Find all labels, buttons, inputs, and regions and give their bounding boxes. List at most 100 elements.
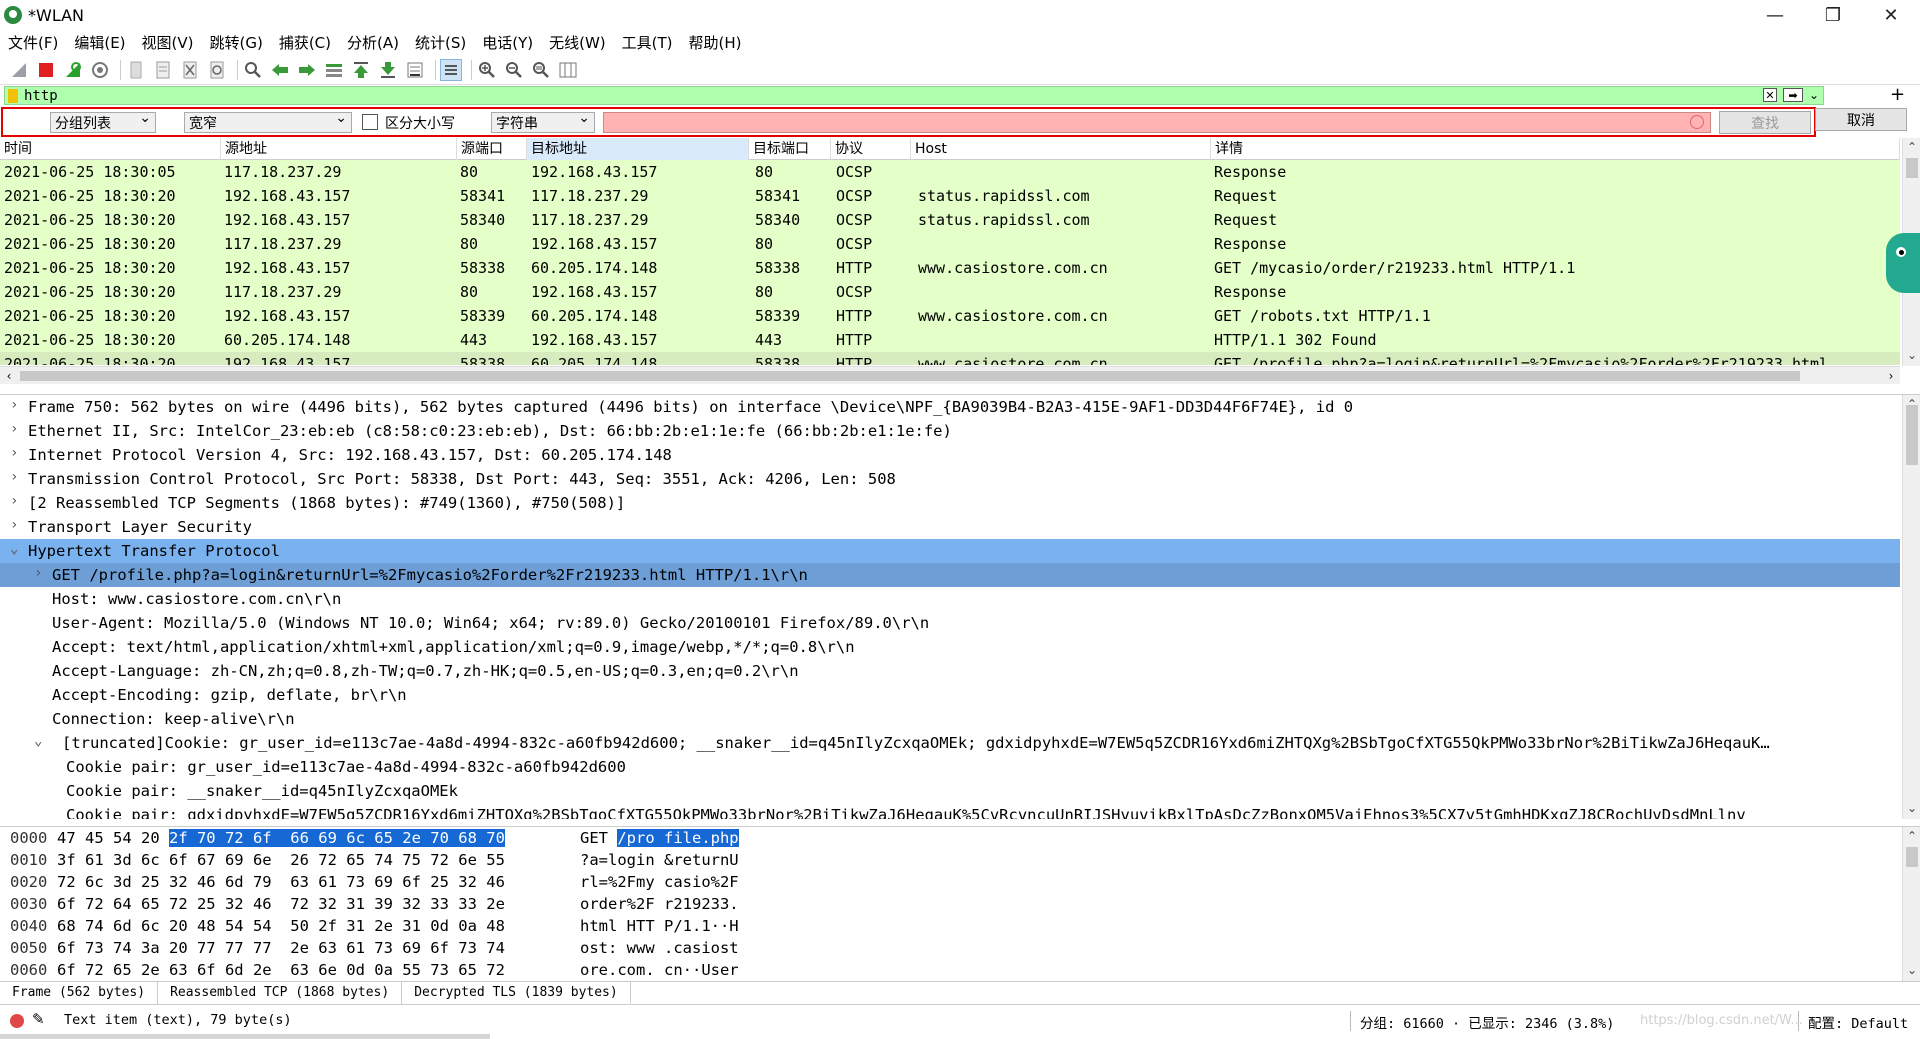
- packet-row[interactable]: 2021-06-25 18:30:05 117.18.237.29 80 192.16…: [0, 160, 1900, 184]
- tree-node[interactable]: › Internet Protocol Version 4, Src: 192.1…: [0, 443, 1900, 467]
- hex-row[interactable]: 0020 72 6c 3d 25 32 46 6d 79 63 61 73 69 …: [0, 871, 1900, 893]
- tree-node[interactable]: Cookie pair: gdxidpyhxdE=W7EW5q5ZCDR16Yx…: [0, 803, 1900, 819]
- packet-row[interactable]: 2021-06-25 18:30:20 192.168.43.157 58341 11…: [0, 184, 1900, 208]
- menu-edit[interactable]: 编辑(E): [74, 32, 125, 53]
- tree-node[interactable]: › GET /profile.php?a=login&returnUrl=%2Fm…: [0, 563, 1900, 587]
- minimize-button[interactable]: —: [1746, 0, 1804, 30]
- expand-arrow-icon[interactable]: ›: [34, 565, 42, 581]
- hscroll-thumb[interactable]: [20, 371, 1800, 381]
- go-forward-icon[interactable]: [296, 59, 318, 81]
- packet-row[interactable]: 2021-06-25 18:30:20 117.18.237.29 80 192.16…: [0, 280, 1900, 304]
- restart-capture-icon[interactable]: [62, 59, 84, 81]
- tree-node[interactable]: › Transport Layer Security: [0, 515, 1900, 539]
- tree-node[interactable]: › Ethernet II, Src: IntelCor_23:eb:eb (c8…: [0, 419, 1900, 443]
- scroll-up-icon[interactable]: ⌃: [1903, 138, 1920, 156]
- tree-node[interactable]: Cookie pair: gr_user_id=e113c7ae-4a8d-49…: [0, 755, 1900, 779]
- packet-list-hscrollbar[interactable]: ‹ ›: [0, 366, 1900, 384]
- expand-arrow-icon[interactable]: ›: [10, 445, 18, 461]
- col-header-time[interactable]: 时间: [0, 138, 221, 160]
- add-filter-button-icon[interactable]: +: [1890, 84, 1905, 105]
- go-last-icon[interactable]: [377, 59, 399, 81]
- char-width-select[interactable]: 宽窄: [184, 110, 352, 133]
- scroll-thumb[interactable]: [1906, 158, 1918, 178]
- menu-analyze[interactable]: 分析(A): [347, 32, 399, 53]
- scroll-down-icon[interactable]: ⌄: [1903, 346, 1920, 364]
- col-header-host[interactable]: Host: [911, 138, 1211, 160]
- case-sensitive-checkbox[interactable]: [362, 114, 378, 130]
- find-packet-icon[interactable]: [242, 59, 264, 81]
- menu-file[interactable]: 文件(F): [8, 32, 58, 53]
- col-header-source[interactable]: 源地址: [221, 138, 457, 160]
- find-button[interactable]: 查找: [1719, 111, 1811, 134]
- tree-node[interactable]: ⌄ [truncated]Cookie: gr_user_id=e113c7ae-…: [0, 731, 1900, 755]
- go-first-icon[interactable]: [350, 59, 372, 81]
- tree-node[interactable]: Cookie pair: __snaker__id=q45nIlyZcxqaOM…: [0, 779, 1900, 803]
- collapse-arrow-icon[interactable]: ⌄: [34, 733, 42, 749]
- menu-go[interactable]: 跳转(G): [210, 32, 263, 53]
- scroll-left-icon[interactable]: ‹: [0, 367, 18, 385]
- filter-history-icon[interactable]: ⌄: [1809, 88, 1819, 102]
- zoom-out-icon[interactable]: [503, 59, 525, 81]
- cancel-button[interactable]: 取消: [1815, 108, 1907, 131]
- go-to-packet-icon[interactable]: [323, 59, 345, 81]
- col-header-protocol[interactable]: 协议: [831, 138, 911, 160]
- maximize-button[interactable]: ❐: [1804, 0, 1862, 30]
- display-filter-input[interactable]: http ✕ ➡ ⌄: [4, 86, 1824, 105]
- packet-row[interactable]: 2021-06-25 18:30:20 192.168.43.157 58338 60…: [0, 256, 1900, 280]
- menu-capture[interactable]: 捕获(C): [279, 32, 331, 53]
- expand-arrow-icon[interactable]: ›: [10, 493, 18, 509]
- search-type-select[interactable]: 字符串: [491, 110, 595, 133]
- hex-row[interactable]: 0050 6f 73 74 3a 20 77 77 77 2e 63 61 73 …: [0, 937, 1900, 959]
- tab-reassembled-tcp[interactable]: Reassembled TCP (1868 bytes): [158, 982, 403, 1004]
- hex-row[interactable]: 0010 3f 61 3d 6c 6f 67 69 6e 26 72 65 74 …: [0, 849, 1900, 871]
- menu-wireless[interactable]: 无线(W): [549, 32, 606, 53]
- tree-node[interactable]: › [2 Reassembled TCP Segments (1868 bytes…: [0, 491, 1900, 515]
- col-header-src-port[interactable]: 源端口: [457, 138, 527, 160]
- expand-arrow-icon[interactable]: ›: [10, 517, 18, 533]
- zoom-reset-icon[interactable]: [530, 59, 552, 81]
- col-header-info[interactable]: 详情: [1211, 138, 1900, 160]
- auto-scroll-icon[interactable]: [404, 59, 426, 81]
- expand-arrow-icon[interactable]: ›: [10, 469, 18, 485]
- packet-row[interactable]: 2021-06-25 18:30:20 192.168.43.157 58338 60…: [0, 352, 1900, 365]
- scroll-thumb[interactable]: [1906, 847, 1918, 867]
- tree-node[interactable]: User-Agent: Mozilla/5.0 (Windows NT 10.0…: [0, 611, 1900, 635]
- capture-options-icon[interactable]: [89, 59, 111, 81]
- tree-node[interactable]: Accept-Encoding: gzip, deflate, br\r\n: [0, 683, 1900, 707]
- expand-arrow-icon[interactable]: ›: [10, 397, 18, 413]
- col-header-dst-port[interactable]: 目标端口: [749, 138, 831, 160]
- packet-row[interactable]: 2021-06-25 18:30:20 117.18.237.29 80 192.16…: [0, 232, 1900, 256]
- open-file-icon[interactable]: [125, 59, 147, 81]
- menu-statistics[interactable]: 统计(S): [415, 32, 466, 53]
- scroll-down-icon[interactable]: ⌄: [1903, 799, 1920, 817]
- col-header-destination[interactable]: 目标地址: [527, 138, 749, 160]
- hex-row[interactable]: 0000 47 45 54 20 2f 70 72 6f 66 69 6c 65 …: [0, 827, 1900, 849]
- hex-row[interactable]: 0060 6f 72 65 2e 63 6f 6d 2e 63 6e 0d 0a …: [0, 959, 1900, 981]
- tree-node[interactable]: Accept: text/html,application/xhtml+xml,…: [0, 635, 1900, 659]
- bookmark-icon[interactable]: [8, 88, 18, 103]
- menu-telephony[interactable]: 电话(Y): [482, 32, 533, 53]
- close-button[interactable]: ✕: [1862, 0, 1920, 30]
- go-back-icon[interactable]: [269, 59, 291, 81]
- packet-row[interactable]: 2021-06-25 18:30:20 192.168.43.157 58339 60…: [0, 304, 1900, 328]
- reload-file-icon[interactable]: [206, 59, 228, 81]
- stop-capture-icon[interactable]: [35, 59, 57, 81]
- display-filter-value[interactable]: http: [24, 88, 58, 104]
- search-scope-select[interactable]: 分组列表: [50, 110, 156, 133]
- packet-row[interactable]: 2021-06-25 18:30:20 60.205.174.148 443 192.…: [0, 328, 1900, 352]
- scroll-down-icon[interactable]: ⌄: [1903, 961, 1920, 979]
- tab-frame-bytes[interactable]: Frame (562 bytes): [0, 982, 159, 1004]
- resize-columns-icon[interactable]: [557, 59, 579, 81]
- tree-node[interactable]: › Frame 750: 562 bytes on wire (4496 bits…: [0, 395, 1900, 419]
- scroll-thumb[interactable]: [1906, 405, 1918, 465]
- search-string-input[interactable]: [603, 112, 1711, 133]
- tree-node[interactable]: Host: www.casiostore.com.cn\r\n: [0, 587, 1900, 611]
- clear-filter-icon[interactable]: ✕: [1762, 88, 1777, 102]
- mascot-widget-icon[interactable]: [1880, 225, 1920, 305]
- packet-row[interactable]: 2021-06-25 18:30:20 192.168.43.157 58340 11…: [0, 208, 1900, 232]
- scroll-up-icon[interactable]: ⌃: [1903, 827, 1920, 845]
- save-file-icon[interactable]: [152, 59, 174, 81]
- zoom-in-icon[interactable]: [476, 59, 498, 81]
- tree-node[interactable]: Accept-Language: zh-CN,zh;q=0.8,zh-TW;q=…: [0, 659, 1900, 683]
- edit-comment-icon[interactable]: ✎: [32, 1010, 45, 1028]
